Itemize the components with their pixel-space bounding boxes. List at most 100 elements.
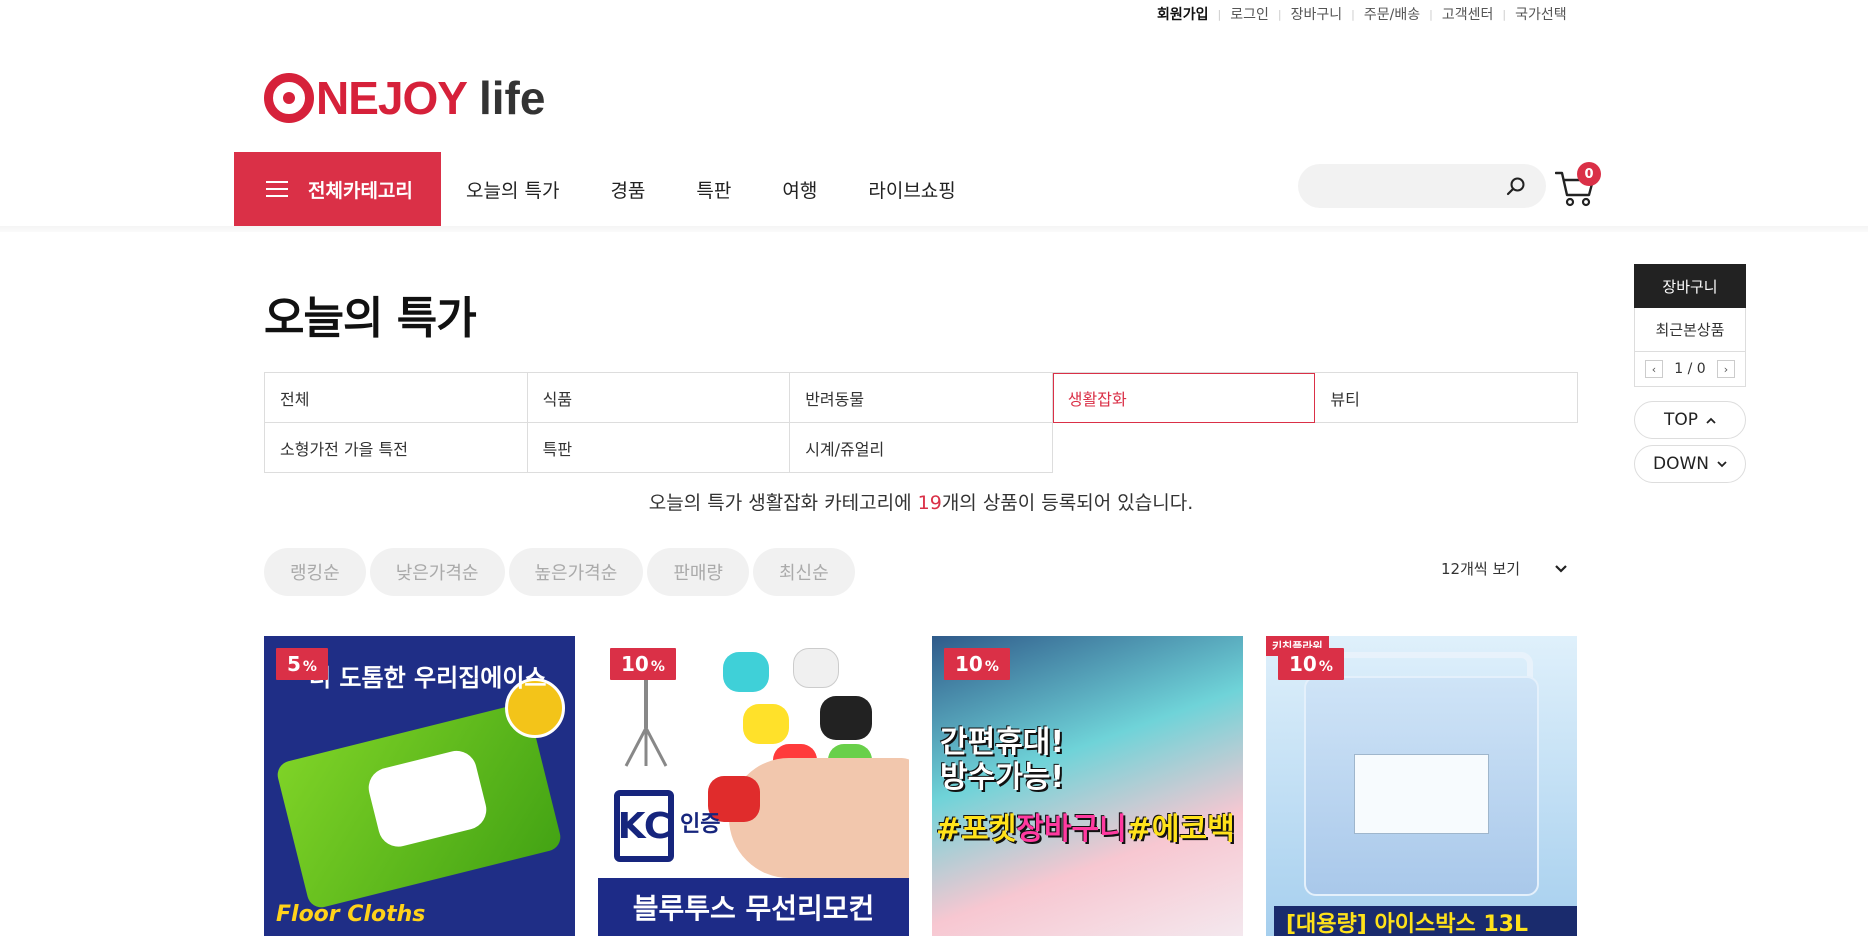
customer-center-link[interactable]: 고객센터 — [1442, 4, 1494, 24]
headline-line-1: 간편휴대! — [940, 725, 1065, 760]
sort-sales-button[interactable]: 판매량 — [647, 548, 749, 596]
scroll-top-button[interactable]: TOP — [1634, 401, 1746, 439]
discount-value: 10 — [1289, 652, 1317, 676]
all-category-label: 전체카테고리 — [308, 179, 413, 202]
product-image[interactable]: 간편휴대! 방수가능! #포켓장바구니#에코백 — [932, 636, 1243, 936]
count-text-before: 오늘의 특가 생활잡화 카테고리에 — [648, 492, 918, 514]
nav-item-travel[interactable]: 여행 — [782, 176, 817, 203]
category-tab-watch-jewelry[interactable]: 시계/쥬얼리 — [790, 423, 1053, 473]
category-tabs: 전체 식품 반려동물 생활잡화 뷰티 소형가전 가을 특전 특판 시계/쥬얼리 — [264, 372, 1578, 473]
discount-value: 10 — [621, 652, 649, 676]
product-tag: 장바구니 — [1016, 812, 1127, 847]
hand-illustration — [729, 758, 909, 878]
headline-line-2: 방수가능! — [940, 759, 1065, 795]
cart-count-badge: 0 — [1577, 162, 1601, 186]
site-logo[interactable]: NEJOY life — [264, 70, 545, 126]
discount-unit: % — [1318, 659, 1333, 675]
product-image[interactable]: 더 도톰한 우리집에이스 Floor Cloths — [264, 636, 575, 936]
logo-text-life: life — [478, 72, 546, 124]
login-link[interactable]: 로그인 — [1230, 4, 1269, 24]
recent-pager: ‹ 1 / 0 › — [1635, 352, 1745, 386]
cart-link[interactable]: 장바구니 — [1291, 4, 1343, 24]
product-card[interactable]: 간편휴대! 방수가능! #포켓장바구니#에코백 10% — [932, 636, 1243, 936]
chevron-down-icon — [1717, 460, 1727, 467]
product-banner-text: 더 도톰한 우리집에이스 — [309, 664, 547, 692]
remote-illustration — [743, 704, 789, 744]
product-count: 19 — [917, 492, 942, 514]
recent-products-label: 최근본상품 — [1635, 308, 1745, 352]
discount-unit: % — [302, 659, 317, 675]
kc-mark: KC — [614, 790, 674, 862]
discount-badge: 5% — [276, 648, 328, 680]
view-count-select[interactable]: 12개씩 보기 — [1441, 558, 1568, 579]
discount-unit: % — [984, 659, 999, 675]
product-caption: 블루투스 무선리모컨 — [598, 878, 909, 936]
product-headline: 간편휴대! 방수가능! — [940, 725, 1065, 795]
remote-illustration — [793, 648, 839, 688]
logo-mark-icon — [264, 73, 314, 123]
page-title: 오늘의 특가 — [264, 293, 477, 344]
nav-item-today-deal[interactable]: 오늘의 특가 — [466, 176, 559, 203]
remote-illustration — [723, 652, 769, 692]
divider: | — [1277, 7, 1282, 21]
product-card[interactable]: 키친플라워 [대용량] 아이스박스 13L 10% — [1266, 636, 1577, 936]
scroll-down-button[interactable]: DOWN — [1634, 445, 1746, 483]
sort-newest-button[interactable]: 최신순 — [753, 548, 855, 596]
all-category-button[interactable]: 전체카테고리 — [234, 152, 441, 226]
product-image-text: Floor Cloths — [276, 901, 426, 927]
sort-ranking-button[interactable]: 랭킹순 — [264, 548, 366, 596]
divider: | — [1351, 7, 1355, 21]
divider: | — [1217, 7, 1222, 21]
scroll-top-label: TOP — [1663, 410, 1699, 430]
nav-item-prize[interactable]: 경품 — [610, 176, 645, 203]
quick-cart-button[interactable]: 장바구니 — [1634, 264, 1746, 308]
sort-high-price-button[interactable]: 높은가격순 — [508, 548, 644, 596]
search-input[interactable] — [1316, 164, 1506, 208]
quick-menu: 장바구니 최근본상품 ‹ 1 / 0 › TOP DOWN — [1634, 264, 1746, 483]
product-list: 더 도톰한 우리집에이스 Floor Cloths 5% KC 인증 블루투스 — [264, 636, 1577, 936]
category-tab-pets[interactable]: 반려동물 — [790, 373, 1053, 423]
category-tab-food[interactable]: 식품 — [527, 373, 791, 423]
product-image[interactable]: 키친플라워 [대용량] 아이스박스 13L — [1266, 636, 1577, 936]
caption-main: 아이스박스 13L — [1374, 912, 1529, 936]
next-arrow-icon[interactable]: › — [1717, 360, 1735, 378]
product-count-text: 오늘의 특가 생활잡화 카테고리에 19개의 상품이 등록되어 있습니다. — [0, 488, 1842, 515]
prev-arrow-icon[interactable]: ‹ — [1645, 360, 1663, 378]
product-tags: #포켓장바구니#에코백 — [936, 804, 1235, 848]
caption-prefix: [대용량] — [1286, 912, 1375, 936]
category-tab-special[interactable]: 특판 — [527, 423, 791, 473]
product-card[interactable]: KC 인증 블루투스 무선리모컨 10% — [598, 636, 909, 936]
chevron-down-icon — [1555, 564, 1567, 573]
nav-item-live-shopping[interactable]: 라이브쇼핑 — [868, 176, 955, 203]
recent-products-box: 최근본상품 ‹ 1 / 0 › — [1634, 308, 1746, 387]
discount-unit: % — [650, 659, 665, 675]
category-tab-beauty[interactable]: 뷰티 — [1315, 373, 1578, 423]
logo-text-brand: NEJOY — [316, 72, 468, 124]
product-tag: #포켓 — [936, 812, 1017, 847]
search-icon[interactable] — [1506, 176, 1526, 196]
product-image[interactable]: KC 인증 블루투스 무선리모컨 — [598, 636, 909, 936]
nav-item-special-sale[interactable]: 특판 — [696, 176, 731, 203]
sort-low-price-button[interactable]: 낮은가격순 — [369, 548, 505, 596]
main-nav: 오늘의 특가 경품 특판 여행 라이브쇼핑 — [466, 152, 1007, 226]
discount-badge: 10% — [944, 648, 1010, 680]
product-card[interactable]: 더 도톰한 우리집에이스 Floor Cloths 5% — [264, 636, 575, 936]
category-tab-all[interactable]: 전체 — [265, 373, 528, 423]
search-box — [1298, 164, 1546, 208]
chevron-up-icon — [1706, 417, 1716, 424]
join-link[interactable]: 회원가입 — [1157, 4, 1209, 24]
hamburger-icon — [266, 181, 288, 197]
category-tab-living[interactable]: 생활잡화 — [1052, 373, 1316, 423]
category-tab-small-appliance[interactable]: 소형가전 가을 특전 — [265, 423, 528, 473]
divider: | — [1429, 7, 1433, 21]
product-caption: [대용량] 아이스박스 13L — [1274, 906, 1577, 936]
remote-illustration — [820, 696, 872, 740]
sort-options: 랭킹순 낮은가격순 높은가격순 판매량 최신순 — [264, 548, 859, 596]
country-select-link[interactable]: 국가선택 — [1515, 4, 1567, 24]
utility-nav: 회원가입 | 로그인 | 장바구니 | 주문/배송 | 고객센터 | 국가선택 — [1157, 4, 1567, 24]
kc-text: 인증 — [680, 812, 721, 837]
scroll-down-label: DOWN — [1653, 454, 1709, 474]
recent-pager-text: 1 / 0 — [1674, 361, 1706, 377]
order-link[interactable]: 주문/배송 — [1364, 4, 1420, 24]
count-text-after: 개의 상품이 등록되어 있습니다. — [941, 492, 1194, 514]
